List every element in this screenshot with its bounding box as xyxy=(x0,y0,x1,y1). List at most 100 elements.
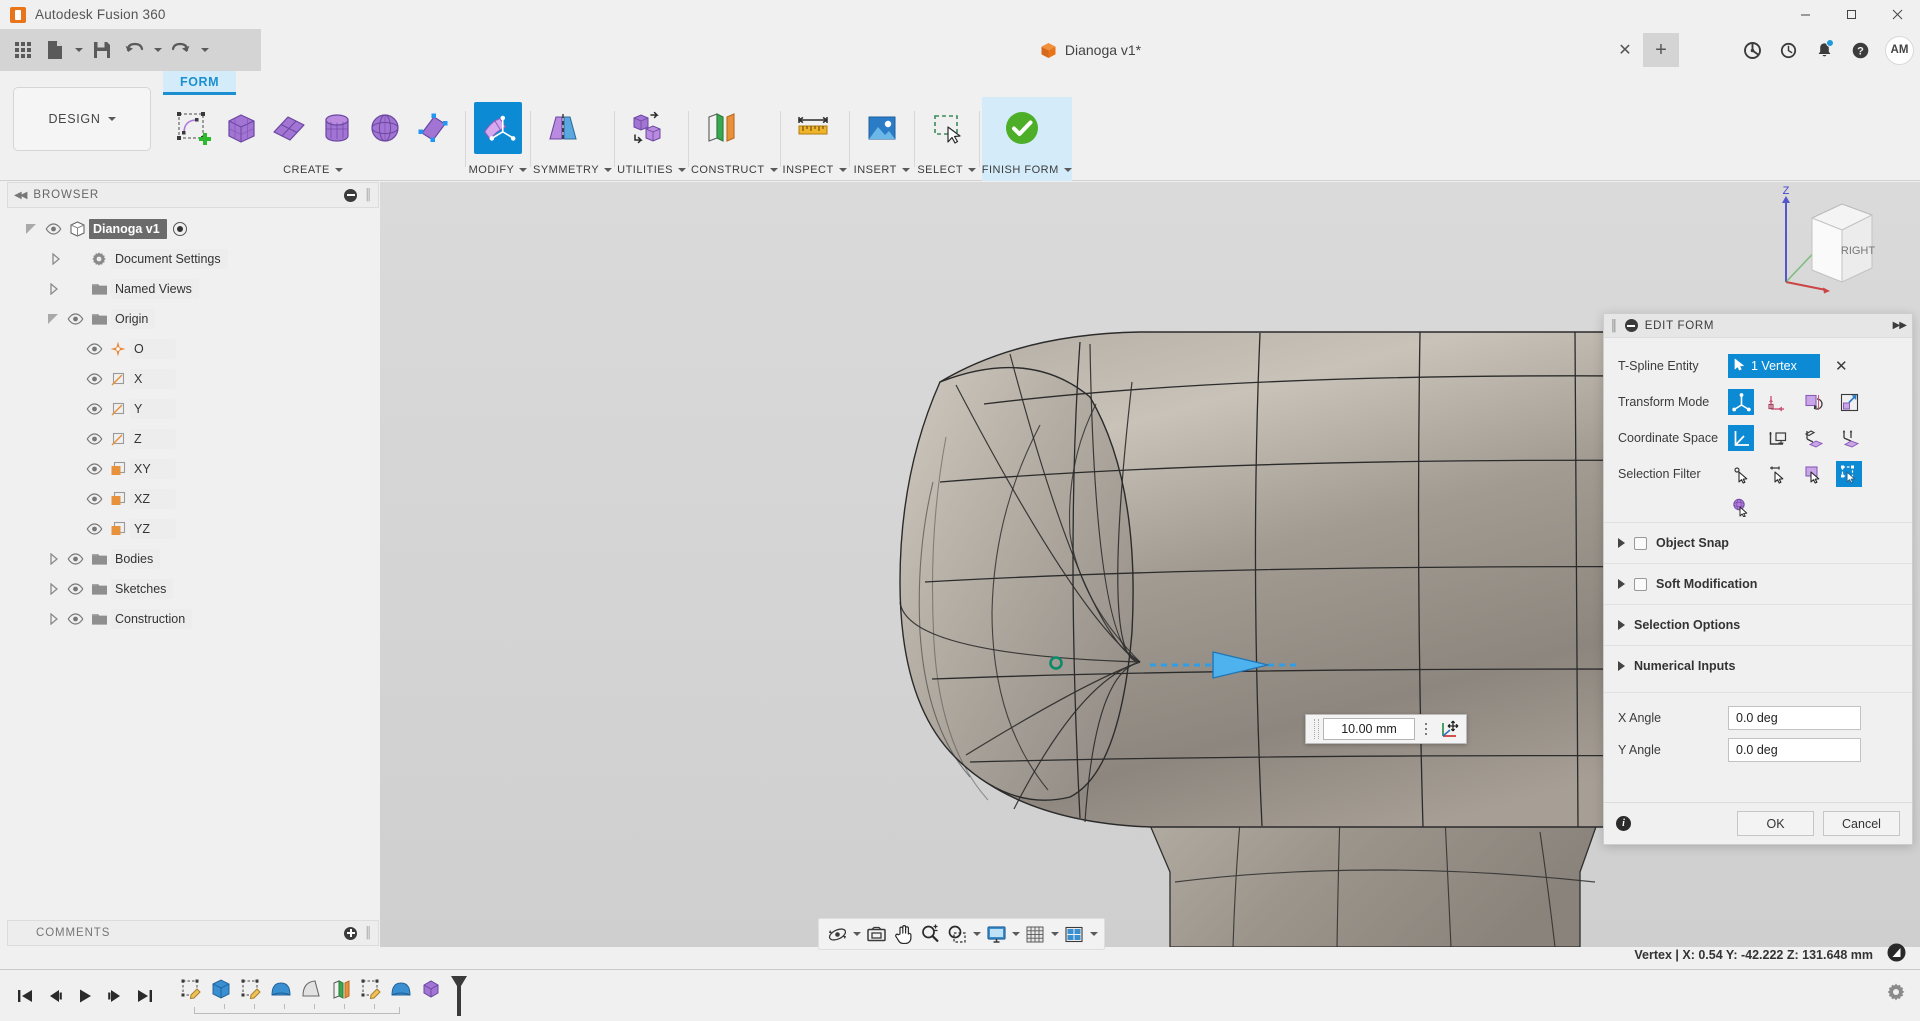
workspace-switcher[interactable]: DESIGN xyxy=(13,87,151,151)
section-soft-modification[interactable]: Soft Modification xyxy=(1604,563,1912,604)
coord-space-view-icon[interactable] xyxy=(1764,425,1790,451)
transform-mode-translate-icon[interactable] xyxy=(1764,389,1790,415)
minus-circle-icon[interactable] xyxy=(1625,319,1638,332)
filter-vertex-icon[interactable] xyxy=(1728,461,1754,487)
transform-mode-rotate-icon[interactable] xyxy=(1800,389,1826,415)
grid-menu-icon[interactable] xyxy=(8,35,38,65)
visibility-eye-icon[interactable] xyxy=(82,373,106,385)
cancel-button[interactable]: Cancel xyxy=(1823,811,1900,836)
visibility-eye-icon[interactable] xyxy=(63,613,87,625)
visibility-eye-icon[interactable] xyxy=(63,583,87,595)
measure-ruler-icon[interactable] xyxy=(789,102,837,154)
dialog-grip-icon[interactable]: ║ xyxy=(1610,320,1618,332)
close-window-button[interactable] xyxy=(1874,0,1920,29)
select-window-marquee-icon[interactable] xyxy=(923,102,971,154)
close-document-tab-button[interactable]: ✕ xyxy=(1607,29,1643,71)
visibility-eye-icon[interactable] xyxy=(82,433,106,445)
timeline-go-end-button[interactable] xyxy=(130,979,160,1013)
visibility-eye-icon[interactable] xyxy=(82,523,106,535)
offset-plane-icon[interactable] xyxy=(697,102,745,154)
new-document-tab-button[interactable]: + xyxy=(1643,33,1679,67)
clear-selection-icon[interactable]: ✕ xyxy=(1835,357,1848,375)
more-options-icon[interactable] xyxy=(1419,723,1433,736)
tree-item-named-views[interactable]: Named Views xyxy=(7,274,379,304)
tree-item-document-settings[interactable]: Document Settings xyxy=(7,244,379,274)
timeline-feature-sketch-2[interactable] xyxy=(236,974,266,1004)
plus-circle-icon[interactable] xyxy=(344,927,357,940)
tree-item-construction[interactable]: Construction xyxy=(7,604,379,634)
expand-triangle-closed-icon[interactable] xyxy=(43,244,63,274)
plane-icon[interactable] xyxy=(265,102,313,154)
tree-item-dianoga[interactable]: Dianoga v1 xyxy=(7,214,379,244)
undo-dropdown-caret-icon[interactable] xyxy=(151,35,164,65)
expand-triangle-closed-icon[interactable] xyxy=(43,574,63,604)
job-status-clock-icon[interactable] xyxy=(1771,33,1805,67)
view-cube[interactable]: Z Y RIGHT xyxy=(1764,182,1894,297)
cylinder-icon[interactable] xyxy=(313,102,361,154)
extension-manager-icon[interactable] xyxy=(1735,33,1769,67)
visibility-eye-icon[interactable] xyxy=(41,223,65,235)
ribbon-panel-title-inspect[interactable]: INSPECT xyxy=(783,159,847,181)
mirror-internal-icon[interactable] xyxy=(539,102,587,154)
ribbon-panel-title-insert[interactable]: INSERT xyxy=(852,159,912,181)
timeline-feature-sketch-3[interactable] xyxy=(356,974,386,1004)
filter-all-icon[interactable] xyxy=(1836,461,1862,487)
section-expand-triangle-icon[interactable] xyxy=(1618,661,1625,671)
section-object-snap[interactable]: Object Snap xyxy=(1604,522,1912,563)
edit-form-icon[interactable] xyxy=(474,102,522,154)
section-expand-triangle-icon[interactable] xyxy=(1618,579,1625,589)
collapse-left-icon[interactable]: ◀◀ xyxy=(14,190,25,201)
transform-mode-all-icon[interactable] xyxy=(1728,389,1754,415)
expand-triangle-closed-icon[interactable] xyxy=(43,604,63,634)
quadball-icon[interactable] xyxy=(409,102,457,154)
panel-grip-icon[interactable]: ║ xyxy=(364,927,372,939)
timeline-play-button[interactable] xyxy=(70,979,100,1013)
visibility-eye-icon[interactable] xyxy=(82,403,106,415)
section-expand-triangle-icon[interactable] xyxy=(1618,620,1625,630)
x-angle-field[interactable]: 0.0 deg xyxy=(1728,706,1861,730)
help-icon[interactable]: ? xyxy=(1843,33,1877,67)
tree-item-plane-xy[interactable]: XY xyxy=(7,454,379,484)
save-disk-icon[interactable] xyxy=(87,35,117,65)
redo-arrow-icon[interactable] xyxy=(166,35,196,65)
dialog-header[interactable]: ║ EDIT FORM ▶▶ xyxy=(1604,314,1912,338)
notifications-bell-icon[interactable] xyxy=(1807,33,1841,67)
make-uniform-icon[interactable] xyxy=(623,102,671,154)
tree-item-plane-xz[interactable]: XZ xyxy=(7,484,379,514)
autodesk-badge-icon[interactable] xyxy=(1887,943,1906,967)
section-numerical-inputs[interactable]: Numerical Inputs xyxy=(1604,645,1912,686)
section-expand-triangle-icon[interactable] xyxy=(1618,538,1625,548)
expand-right-icon[interactable]: ▶▶ xyxy=(1893,320,1906,331)
redo-dropdown-caret-icon[interactable] xyxy=(198,35,211,65)
tspline-entity-selection-pill[interactable]: 1 Vertex xyxy=(1728,354,1820,378)
coord-space-normal-icon[interactable] xyxy=(1800,425,1826,451)
timeline-marker-icon[interactable] xyxy=(448,974,470,1018)
expand-triangle-open-icon[interactable] xyxy=(43,304,63,334)
ribbon-panel-title-select[interactable]: SELECT xyxy=(917,159,977,181)
insert-image-icon[interactable] xyxy=(858,102,906,154)
soft-modification-checkbox[interactable] xyxy=(1634,578,1647,591)
ribbon-panel-title-utilities[interactable]: UTILITIES xyxy=(617,159,686,181)
settings-gear-icon[interactable] xyxy=(1886,982,1906,1007)
visibility-eye-icon[interactable] xyxy=(82,343,106,355)
tree-item-axis-y[interactable]: Y xyxy=(7,394,379,424)
coord-space-world-icon[interactable] xyxy=(1728,425,1754,451)
coord-space-local-icon[interactable] xyxy=(1836,425,1862,451)
tree-item-origin[interactable]: Origin xyxy=(7,304,379,334)
panel-grip-icon[interactable]: ║ xyxy=(364,189,372,201)
filter-edge-icon[interactable] xyxy=(1764,461,1790,487)
move-axis-icon[interactable] xyxy=(1437,717,1463,741)
ribbon-panel-title-construct[interactable]: CONSTRUCT xyxy=(691,159,778,181)
visibility-eye-icon[interactable] xyxy=(63,553,87,565)
tree-item-axis-z[interactable]: Z xyxy=(7,424,379,454)
timeline-feature-patch[interactable] xyxy=(296,974,326,1004)
distance-input-popup[interactable]: 10.00 mm xyxy=(1305,714,1467,744)
tree-item-sketches[interactable]: Sketches xyxy=(7,574,379,604)
undo-arrow-icon[interactable] xyxy=(119,35,149,65)
popup-grip-icon[interactable] xyxy=(1314,719,1319,739)
maximize-button[interactable] xyxy=(1828,0,1874,29)
expand-triangle-open-icon[interactable] xyxy=(21,214,41,244)
tree-item-bodies[interactable]: Bodies xyxy=(7,544,379,574)
activate-component-radio[interactable] xyxy=(173,222,187,236)
timeline-feature-form[interactable] xyxy=(416,974,446,1004)
